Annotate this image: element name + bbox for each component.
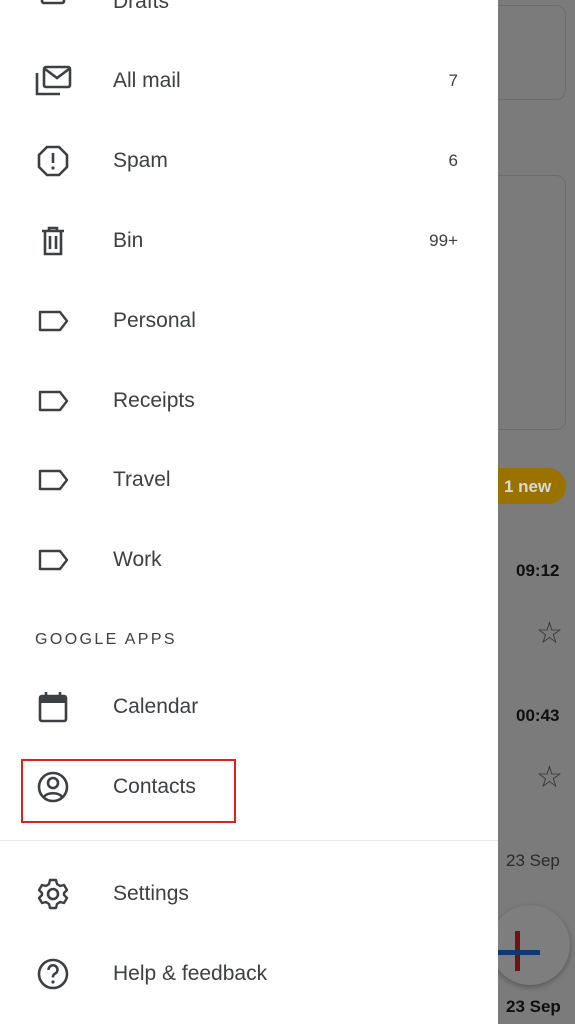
drawer-item-label: Work [113,548,162,571]
section-google-apps: GOOGLE APPS [35,631,178,648]
drawer-item-all-mail[interactable]: All mail 7 [0,51,498,111]
gear-icon [34,875,72,913]
drawer-item-label: Receipts [113,389,195,412]
drawer-item-label: Settings [113,882,189,905]
divider [0,840,498,841]
drawer-item-calendar[interactable]: Calendar [0,677,498,737]
label-icon [34,541,72,579]
label-icon [34,461,72,499]
drawer-item-work[interactable]: Work [0,530,498,590]
calendar-icon [34,688,72,726]
email-time: 23 Sep [506,851,560,870]
unread-count: 7 [448,71,458,90]
drawer-item-label: Drafts [113,0,170,13]
drawer-item-drafts[interactable]: Drafts [0,0,498,32]
drawer-item-help-feedback[interactable]: Help & feedback [0,944,498,1004]
email-time: 09:12 [516,561,560,580]
drawer-item-label: Bin [113,229,144,252]
all-mail-icon [34,62,72,100]
email-time: 00:43 [516,706,560,725]
email-time: 23 Sep [506,997,561,1016]
navigation-drawer: Drafts All mail 7 Spam 6 Bin 99+ Personal Receip… [0,0,498,1024]
label-icon [34,382,72,420]
contacts-highlight-box [21,759,236,823]
drawer-item-bin[interactable]: Bin 99+ [0,211,498,271]
star-icon[interactable]: ☆ [536,760,563,795]
help-icon [34,955,72,993]
drawer-item-travel[interactable]: Travel [0,450,498,510]
drawer-item-label: Help & feedback [113,962,268,985]
drawer-item-receipts[interactable]: Receipts [0,371,498,431]
bin-icon [34,222,72,260]
drafts-icon [34,0,72,21]
spam-icon [34,142,72,180]
drawer-item-label: Spam [113,149,168,172]
unread-count: 6 [448,151,458,170]
drawer-item-personal[interactable]: Personal [0,291,498,351]
compose-button[interactable] [490,905,570,985]
drawer-item-label: Travel [113,468,171,491]
label-icon [34,302,72,340]
star-icon[interactable]: ☆ [536,616,563,651]
unread-count: 99+ [429,231,458,250]
drawer-item-spam[interactable]: Spam 6 [0,131,498,191]
drawer-item-label: Calendar [113,695,199,718]
drawer-item-settings[interactable]: Settings [0,864,498,924]
drawer-item-label: Personal [113,309,196,332]
drawer-item-label: All mail [113,69,181,92]
